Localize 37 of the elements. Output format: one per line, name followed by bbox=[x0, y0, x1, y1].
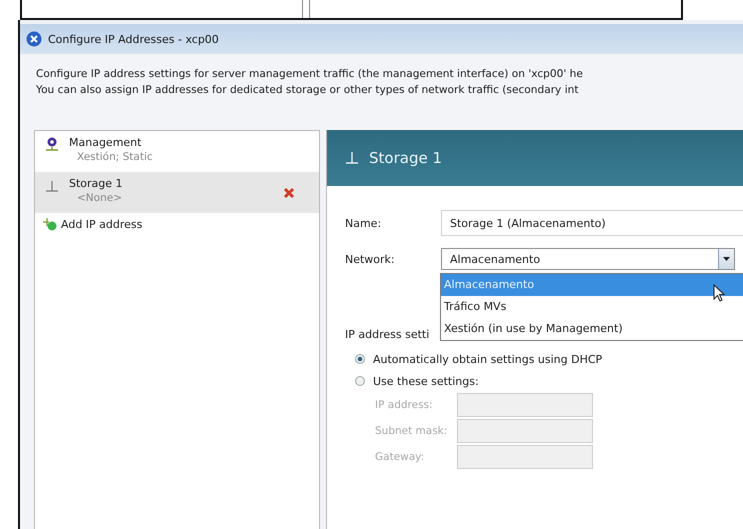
add-icon bbox=[43, 217, 59, 231]
name-label: Name: bbox=[345, 216, 382, 230]
field-label: IP address: bbox=[375, 399, 434, 411]
radio-button[interactable] bbox=[355, 376, 365, 386]
dropdown-option[interactable]: Tráfico MVs bbox=[441, 296, 743, 318]
dropdown-option[interactable]: Xestión (in use by Management) bbox=[441, 318, 743, 340]
input-field[interactable] bbox=[457, 419, 593, 443]
network-stub-icon bbox=[45, 178, 59, 194]
field-label: Subnet mask: bbox=[375, 425, 448, 437]
network-node-icon bbox=[45, 137, 59, 153]
app-icon bbox=[26, 31, 42, 47]
interface-item[interactable]: Storage 1 <None> bbox=[35, 172, 319, 213]
radio-option[interactable]: Automatically obtain settings using DHCP bbox=[345, 348, 602, 370]
interface-name: Management bbox=[69, 136, 142, 149]
radio-label: Automatically obtain settings using DHCP bbox=[373, 352, 602, 366]
interface-detail: <None> bbox=[76, 192, 123, 204]
description-text: You can also assign IP addresses for dedicated storage or other types of network traffic (secondary int bbox=[36, 83, 580, 98]
radio-label: Use these settings: bbox=[373, 374, 479, 388]
ip-settings-label: IP address setti bbox=[345, 328, 430, 343]
interface-name: Storage 1 bbox=[69, 177, 124, 190]
interface-item[interactable]: Management Xestión; Static bbox=[35, 131, 319, 172]
name-field[interactable]: Storage 1 (Almacenamento) bbox=[441, 210, 743, 236]
interface-detail: Xestión; Static bbox=[76, 151, 154, 163]
network-stub-icon bbox=[345, 151, 359, 165]
radio-option[interactable]: Use these settings: bbox=[345, 370, 479, 392]
radio-button[interactable] bbox=[355, 354, 365, 364]
remove-icon[interactable] bbox=[283, 187, 295, 199]
field-label: Gateway: bbox=[375, 451, 426, 463]
panel-title: Storage 1 bbox=[369, 149, 442, 167]
description-text: Configure IP address settings for server management traffic (the management interface) on 'xcp00' he bbox=[36, 67, 584, 82]
network-dropdown[interactable]: Almacenamento bbox=[441, 248, 735, 270]
input-field[interactable] bbox=[457, 393, 593, 417]
network-label: Network: bbox=[345, 252, 396, 266]
window-title: Configure IP Addresses - xcp00 bbox=[48, 32, 219, 46]
mouse-cursor-icon bbox=[713, 284, 725, 302]
add-ip-address-link[interactable]: Add IP address bbox=[35, 213, 319, 235]
input-field[interactable] bbox=[457, 445, 593, 469]
